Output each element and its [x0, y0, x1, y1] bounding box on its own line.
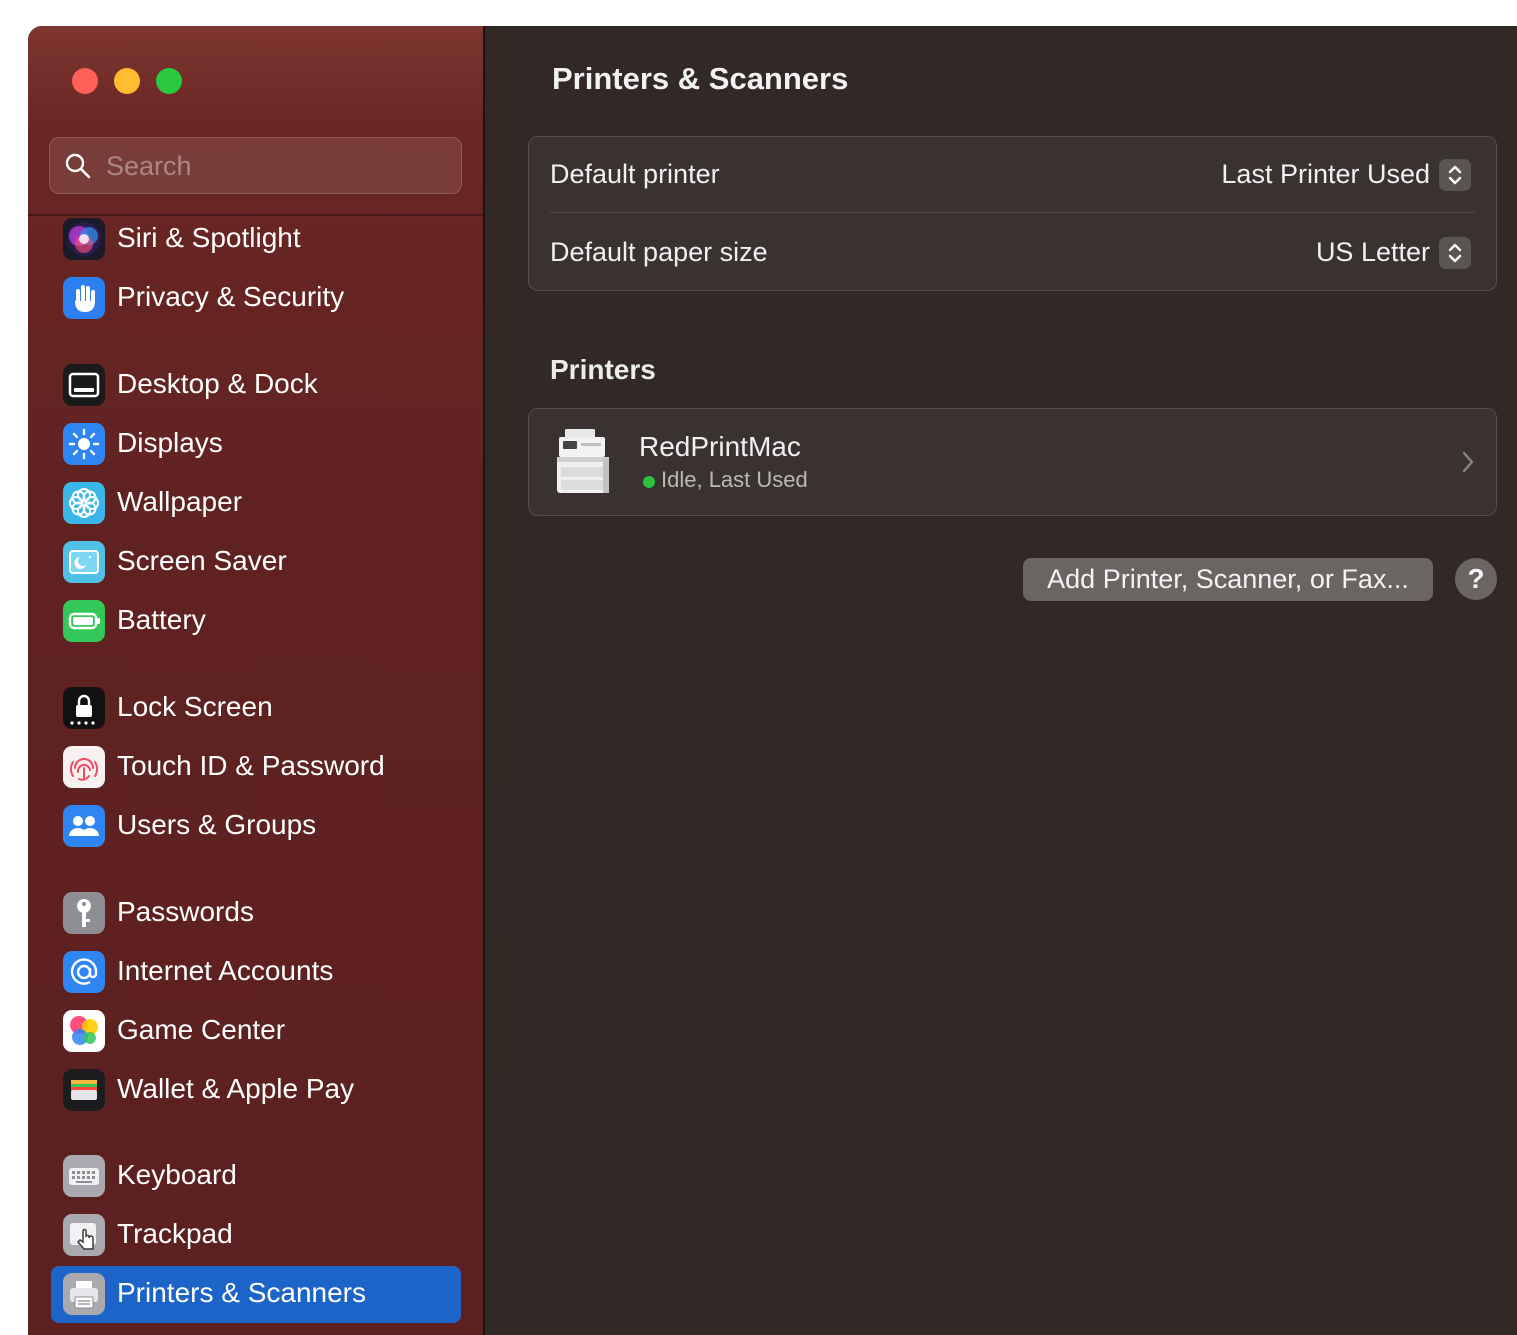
sidebar-item-displays[interactable]: Displays — [51, 416, 461, 473]
flower-icon — [63, 482, 105, 524]
lock-icon — [63, 687, 105, 729]
sidebar-item-label: Wallet & Apple Pay — [117, 1073, 355, 1104]
at-icon — [63, 951, 105, 993]
help-button[interactable]: ? — [1455, 558, 1497, 600]
sidebar-item-label: Desktop & Dock — [117, 368, 318, 399]
users-icon — [63, 805, 105, 847]
printer-device-icon — [551, 425, 615, 497]
defaults-card: Default printer Last Printer Used Defaul… — [528, 136, 1497, 291]
add-printer-button[interactable]: Add Printer, Scanner, or Fax... — [1023, 558, 1433, 601]
default-printer-stepper[interactable] — [1439, 159, 1471, 191]
siri-icon — [63, 218, 105, 260]
sidebar-item-label: Printers & Scanners — [117, 1277, 366, 1308]
page-title: Printers & Scanners — [552, 61, 849, 96]
default-paper-size-label: Default paper size — [550, 237, 768, 267]
sidebar-item-lock-screen[interactable]: Lock Screen — [51, 680, 461, 737]
screen-saver-icon — [63, 541, 105, 583]
sidebar-item-label: Passwords — [117, 896, 254, 927]
keyboard-icon — [63, 1155, 105, 1197]
chevron-right-icon — [1462, 451, 1474, 473]
minimize-window-button[interactable] — [114, 68, 140, 94]
default-paper-size-stepper[interactable] — [1439, 237, 1471, 269]
settings-window: Search Siri & Spotlight Privacy & Securi… — [28, 26, 1517, 1335]
printer-name: RedPrintMac — [639, 431, 801, 462]
game-center-icon — [63, 1010, 105, 1052]
sidebar-item-label: Users & Groups — [117, 809, 317, 840]
sidebar-item-label: Privacy & Security — [117, 281, 345, 312]
default-printer-label: Default printer — [550, 159, 720, 189]
sidebar-item-screen-saver[interactable]: Screen Saver — [51, 534, 461, 591]
close-window-button[interactable] — [72, 68, 98, 94]
sidebar-item-wallet-apple-pay[interactable]: Wallet & Apple Pay — [51, 1062, 461, 1119]
status-indicator — [643, 476, 655, 488]
zoom-window-button[interactable] — [156, 68, 182, 94]
sidebar-item-label: Trackpad — [117, 1218, 233, 1249]
sidebar: Search Siri & Spotlight Privacy & Securi… — [28, 26, 485, 1335]
sidebar-item-label: Displays — [117, 427, 223, 458]
printer-status: Idle, Last Used — [661, 467, 808, 492]
sidebar-item-label: Keyboard — [117, 1159, 237, 1190]
search-icon — [65, 153, 91, 179]
wallet-icon — [63, 1069, 105, 1111]
sidebar-item-privacy-security[interactable]: Privacy & Security — [51, 270, 461, 327]
sidebar-item-wallpaper[interactable]: Wallpaper — [51, 475, 461, 532]
sidebar-item-game-center[interactable]: Game Center — [51, 1003, 461, 1060]
search-placeholder: Search — [106, 151, 192, 181]
trackpad-icon — [63, 1214, 105, 1256]
sidebar-item-battery[interactable]: Battery — [51, 593, 461, 650]
row-divider — [550, 212, 1475, 213]
sidebar-item-label: Siri & Spotlight — [117, 222, 301, 253]
chevron-up-down-icon — [1448, 243, 1462, 263]
fingerprint-icon — [63, 746, 105, 788]
sidebar-item-printers-scanners[interactable]: Printers & Scanners — [51, 1266, 461, 1323]
sidebar-item-label: Screen Saver — [117, 545, 287, 576]
dock-icon — [63, 364, 105, 406]
printer-list-item[interactable]: RedPrintMac Idle, Last Used — [528, 408, 1497, 516]
default-printer-value[interactable]: Last Printer Used — [1221, 159, 1430, 190]
sidebar-item-label: Lock Screen — [117, 691, 273, 722]
sun-icon — [63, 423, 105, 465]
printer-icon — [63, 1273, 105, 1315]
sidebar-item-touch-id-password[interactable]: Touch ID & Password — [51, 739, 461, 796]
key-icon — [63, 892, 105, 934]
sidebar-item-label: Game Center — [117, 1014, 286, 1045]
sidebar-item-keyboard[interactable]: Keyboard — [51, 1148, 461, 1205]
sidebar-item-desktop-dock[interactable]: Desktop & Dock — [51, 357, 461, 414]
hand-icon — [63, 277, 105, 319]
chevron-up-down-icon — [1448, 165, 1462, 185]
printers-section-title: Printers — [550, 354, 656, 385]
sidebar-item-label: Wallpaper — [117, 486, 243, 517]
sidebar-item-label: Internet Accounts — [117, 955, 334, 986]
sidebar-item-internet-accounts[interactable]: Internet Accounts — [51, 944, 461, 1001]
search-input[interactable]: Search — [49, 137, 462, 194]
sidebar-item-label: Touch ID & Password — [117, 750, 385, 781]
sidebar-item-siri-spotlight[interactable]: Siri & Spotlight — [51, 211, 461, 268]
sidebar-item-label: Battery — [117, 604, 206, 635]
sidebar-item-users-groups[interactable]: Users & Groups — [51, 798, 461, 855]
sidebar-item-passwords[interactable]: Passwords — [51, 885, 461, 942]
battery-icon — [63, 600, 105, 642]
default-paper-size-value[interactable]: US Letter — [1316, 237, 1430, 268]
sidebar-item-trackpad[interactable]: Trackpad — [51, 1207, 461, 1264]
